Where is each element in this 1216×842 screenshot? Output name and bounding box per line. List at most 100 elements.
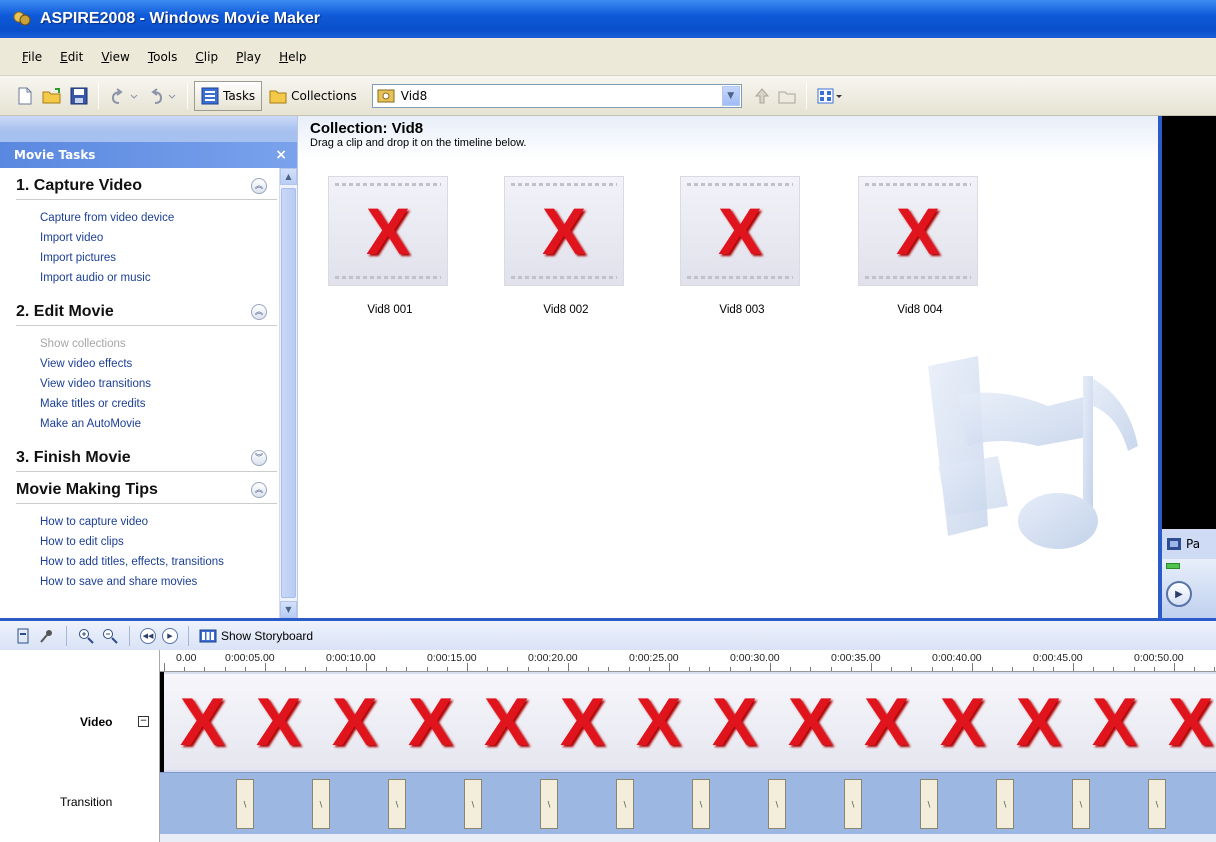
set-audio-levels-icon[interactable] (14, 627, 32, 645)
transition-slot[interactable]: \ (388, 779, 406, 829)
scroll-down-icon[interactable]: ▼ (280, 601, 297, 618)
tasks-button[interactable]: Tasks (194, 80, 263, 111)
import-audio-link[interactable]: Import audio or music (40, 268, 277, 288)
section-title: 2. Edit Movie (16, 302, 114, 320)
new-collection-folder-button[interactable] (774, 81, 800, 111)
play-button-icon[interactable]: ▶ (1166, 581, 1192, 607)
make-titles-credits-link[interactable]: Make titles or credits (40, 394, 277, 414)
clip-thumbnail[interactable]: X (680, 176, 800, 286)
menu-tools[interactable]: Tools (140, 47, 186, 67)
clip-item[interactable]: X Vid8 001 (328, 176, 452, 316)
transition-slot[interactable]: \ (1148, 779, 1166, 829)
zoom-in-icon[interactable] (77, 627, 95, 645)
rewind-timeline-icon[interactable]: ◀◀ (140, 627, 156, 644)
up-one-level-button[interactable] (750, 81, 774, 111)
transition-slot[interactable]: \ (464, 779, 482, 829)
timeline-clip[interactable]: X (924, 674, 1002, 770)
timeline-clip[interactable]: X (696, 674, 774, 770)
zoom-out-icon[interactable] (101, 627, 119, 645)
timeline-clip[interactable]: X (468, 674, 546, 770)
narrate-timeline-icon[interactable] (38, 627, 56, 645)
how-to-capture-video-link[interactable]: How to capture video (40, 512, 277, 532)
timeline-clip[interactable]: X (848, 674, 926, 770)
import-video-link[interactable]: Import video (40, 228, 277, 248)
timeline-clip[interactable]: X (240, 674, 318, 770)
redo-button[interactable] (143, 81, 181, 111)
timeline-ruler[interactable]: 0.00 0:00:05.00 0:00:10.00 0:00:15.00 0:00:2… (160, 650, 1216, 672)
collapse-chevron-up-icon[interactable]: ︽ (251, 303, 267, 320)
transition-slot[interactable]: \ (920, 779, 938, 829)
ruler-tick (285, 667, 287, 671)
section-header[interactable]: 3. Finish Movie ︾ (16, 444, 277, 472)
timeline-clip[interactable]: X (392, 674, 470, 770)
transition-slot[interactable]: \ (996, 779, 1014, 829)
expand-chevron-down-icon[interactable]: ︾ (251, 449, 267, 466)
scrollbar-thumb[interactable] (281, 188, 296, 598)
timeline-clip[interactable]: X (1000, 674, 1078, 770)
collapse-chevron-up-icon[interactable]: ︽ (251, 177, 267, 194)
view-video-effects-link[interactable]: View video effects (40, 354, 277, 374)
scroll-up-icon[interactable]: ▲ (280, 168, 297, 185)
title-bar: ASPIRE2008 - Windows Movie Maker (0, 0, 1216, 38)
collapse-chevron-up-icon[interactable]: ︽ (251, 481, 267, 498)
open-project-button[interactable] (38, 81, 66, 111)
transition-slot[interactable]: \ (236, 779, 254, 829)
collapse-track-icon[interactable]: − (138, 716, 149, 727)
ruler-tick (467, 663, 468, 671)
transition-slot[interactable]: \ (768, 779, 786, 829)
movie-tasks-title: Movie Tasks (14, 148, 96, 162)
clip-item[interactable]: X Vid8 002 (504, 176, 628, 316)
capture-from-video-device-link[interactable]: Capture from video device (40, 208, 277, 228)
clip-thumbnail[interactable]: X (328, 176, 448, 286)
collections-button[interactable]: Collections (262, 81, 364, 111)
ruler-tick (749, 667, 751, 671)
clip-item[interactable]: X Vid8 004 (858, 176, 982, 316)
transition-slot[interactable]: \ (692, 779, 710, 829)
clip-thumbnail[interactable]: X (858, 176, 978, 286)
play-timeline-icon[interactable]: ▶ (162, 627, 178, 644)
section-header[interactable]: Movie Making Tips ︽ (16, 476, 277, 504)
timeline-clip[interactable]: X (1152, 674, 1216, 770)
section-header[interactable]: 1. Capture Video ︽ (16, 172, 277, 200)
import-pictures-link[interactable]: Import pictures (40, 248, 277, 268)
menu-help[interactable]: Help (271, 47, 314, 67)
section-header[interactable]: 2. Edit Movie ︽ (16, 298, 277, 326)
seek-bar-indicator[interactable] (1166, 563, 1180, 569)
timeline-clip[interactable]: X (620, 674, 698, 770)
transition-track[interactable]: \ \ \ \ \ \ \ \ \ \ \ \ \ (160, 772, 1216, 834)
transition-slot[interactable]: \ (540, 779, 558, 829)
views-button[interactable] (813, 81, 847, 111)
video-track[interactable]: XXXXXXXXXXXXXX (160, 672, 1216, 772)
view-video-transitions-link[interactable]: View video transitions (40, 374, 277, 394)
clip-item[interactable]: X Vid8 003 (680, 176, 804, 316)
task-pane-scrollbar[interactable]: ▲ ▼ (279, 168, 297, 618)
how-to-save-share-link[interactable]: How to save and share movies (40, 572, 277, 592)
show-storyboard-button[interactable]: Show Storyboard (199, 629, 313, 643)
timeline-clip[interactable]: X (164, 674, 242, 770)
timeline-clip[interactable]: X (544, 674, 622, 770)
menu-play[interactable]: Play (228, 47, 269, 67)
menu-file[interactable]: File (14, 47, 50, 67)
transition-slot[interactable]: \ (1072, 779, 1090, 829)
timeline-clip[interactable]: X (1076, 674, 1154, 770)
menu-view[interactable]: View (93, 47, 137, 67)
ruler-tick (446, 667, 448, 671)
make-automovie-link[interactable]: Make an AutoMovie (40, 414, 277, 434)
new-project-button[interactable] (12, 81, 38, 111)
timeline-clip[interactable]: X (316, 674, 394, 770)
clip-thumbnail[interactable]: X (504, 176, 624, 286)
save-project-button[interactable] (66, 81, 92, 111)
undo-button[interactable] (105, 81, 143, 111)
how-to-edit-clips-link[interactable]: How to edit clips (40, 532, 277, 552)
collection-select[interactable]: Vid8 ▼ (371, 83, 742, 108)
menu-clip[interactable]: Clip (187, 47, 226, 67)
timeline-clip[interactable]: X (772, 674, 850, 770)
clip-label: Vid8 001 (367, 304, 413, 316)
transition-slot[interactable]: \ (312, 779, 330, 829)
transition-slot[interactable]: \ (844, 779, 862, 829)
chevron-down-icon[interactable]: ▼ (721, 85, 740, 106)
transition-slot[interactable]: \ (616, 779, 634, 829)
close-pane-icon[interactable]: × (275, 147, 287, 163)
menu-edit[interactable]: Edit (52, 47, 91, 67)
how-to-add-titles-link[interactable]: How to add titles, effects, transitions (40, 552, 277, 572)
